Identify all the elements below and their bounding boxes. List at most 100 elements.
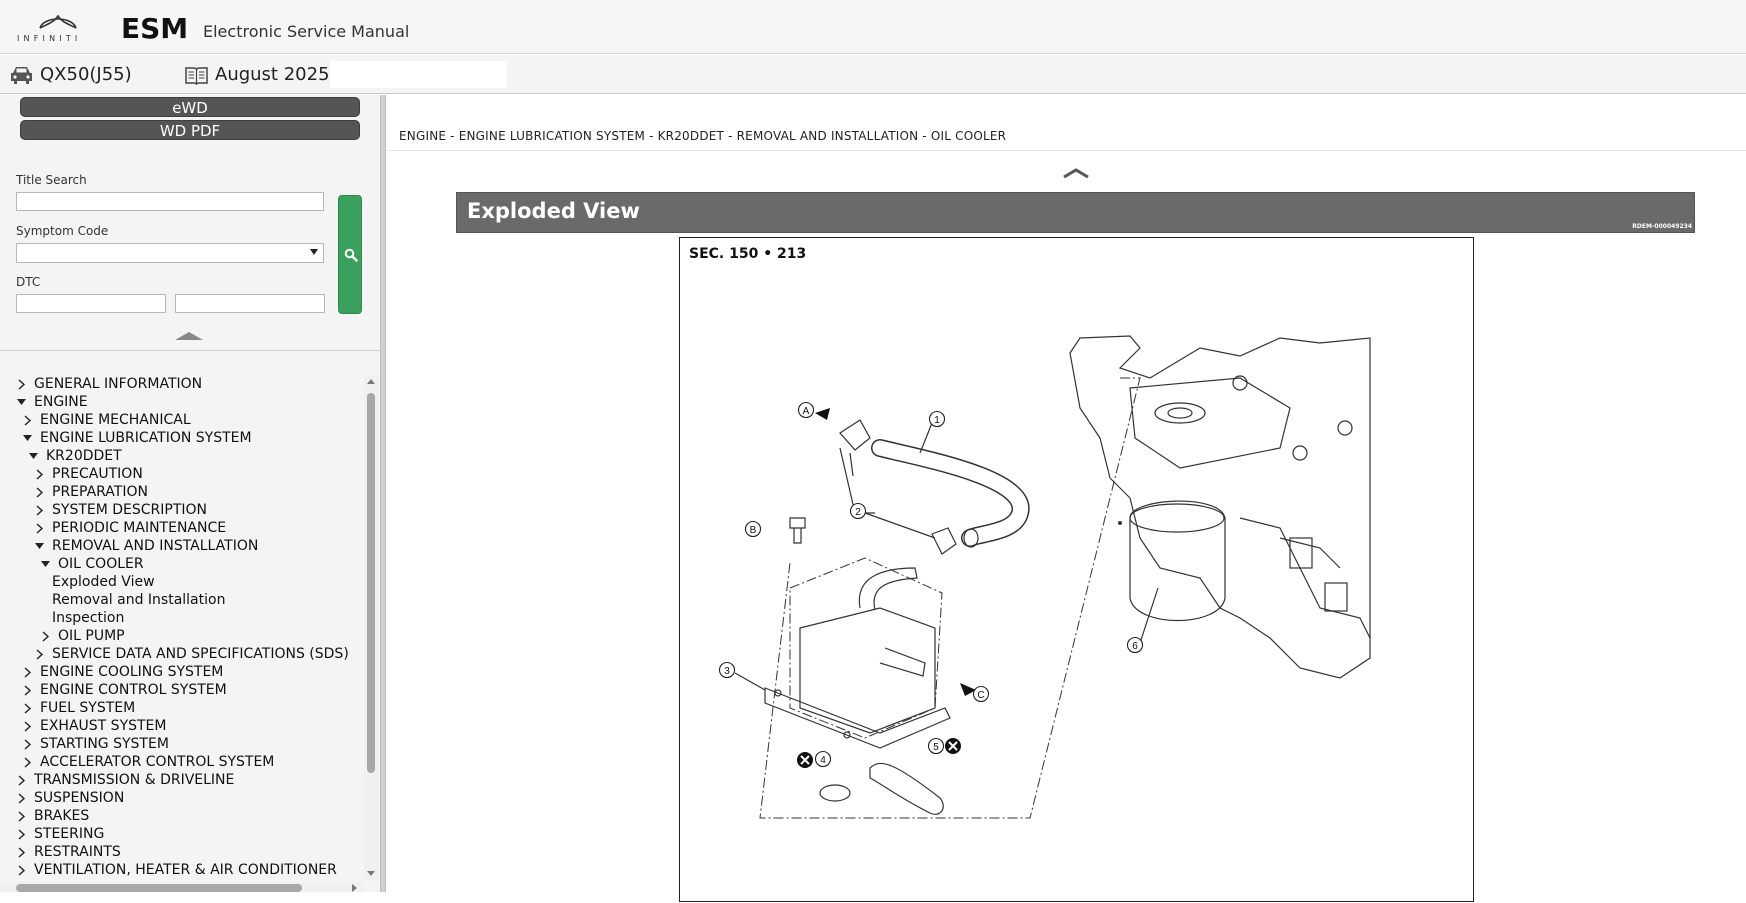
tree-item[interactable]: ENGINE CONTROL SYSTEM <box>24 681 227 699</box>
pane-splitter[interactable] <box>380 95 386 892</box>
oil-filter-top <box>1129 503 1225 533</box>
tree-item[interactable]: ENGINE COOLING SYSTEM <box>24 663 224 681</box>
vehicle-bar: QX50(J55) August 2025 <box>0 55 1746 94</box>
h-scroll-thumb[interactable] <box>16 884 302 892</box>
title-search-input[interactable] <box>16 192 324 211</box>
tree-item[interactable]: ENGINE <box>17 393 88 411</box>
tree-item[interactable]: Exploded View <box>52 573 155 591</box>
chevron-right-icon[interactable] <box>34 523 45 534</box>
chevron-right-icon[interactable] <box>16 829 27 840</box>
ewd-button[interactable]: eWD <box>20 97 360 117</box>
expanded-triangle-icon[interactable] <box>34 541 45 552</box>
chevron-up-icon[interactable] <box>1062 168 1090 178</box>
tree-item[interactable]: STARTING SYSTEM <box>24 735 169 753</box>
tree-item[interactable]: SERVICE DATA AND SPECIFICATIONS (SDS) <box>36 645 349 663</box>
leader-line <box>864 512 936 539</box>
engine-port-inner <box>1167 407 1193 419</box>
tree-item[interactable]: GENERAL INFORMATION <box>18 375 202 393</box>
expanded-triangle-icon[interactable] <box>22 433 33 444</box>
chevron-right-icon[interactable] <box>16 865 27 876</box>
tree-item[interactable]: OIL PUMP <box>42 627 125 645</box>
tree-item[interactable]: Removal and Installation <box>52 591 225 609</box>
search-button[interactable] <box>338 195 362 314</box>
dtc-input-1[interactable] <box>16 294 166 313</box>
manual-edition[interactable]: August 2025 <box>215 64 330 85</box>
tree-item[interactable]: VENTILATION, HEATER & AIR CONDITIONER <box>18 861 337 879</box>
tree-item[interactable]: PERIODIC MAINTENANCE <box>36 519 226 537</box>
chevron-right-icon[interactable] <box>34 649 45 660</box>
chevron-right-icon[interactable] <box>40 631 51 642</box>
scroll-down-arrow-icon[interactable] <box>367 871 375 876</box>
edition-input[interactable] <box>330 61 507 88</box>
tree-item-label: Inspection <box>52 610 125 626</box>
chevron-right-icon[interactable] <box>16 793 27 804</box>
tree-item[interactable]: PREPARATION <box>36 483 148 501</box>
chevron-right-icon[interactable] <box>22 667 33 678</box>
chevron-right-icon[interactable] <box>22 757 33 768</box>
engine-port <box>1154 402 1206 424</box>
tree-item[interactable]: OIL COOLER <box>41 555 144 573</box>
chevron-right-icon[interactable] <box>22 685 33 696</box>
callout-label: 4 <box>820 755 826 766</box>
app-header: INFINITI ESM Electronic Service Manual <box>0 0 1746 54</box>
symptom-code-select[interactable] <box>16 243 324 263</box>
engine-cover <box>1129 377 1291 469</box>
scroll-up-arrow-icon[interactable] <box>367 379 375 384</box>
tree-item-label: ENGINE COOLING SYSTEM <box>40 664 224 680</box>
tree-item-label: RESTRAINTS <box>34 844 121 860</box>
tree-item[interactable]: ACCELERATOR CONTROL SYSTEM <box>24 753 274 771</box>
tree-item-label: EXHAUST SYSTEM <box>40 718 167 734</box>
tree-item[interactable]: RESTRAINTS <box>18 843 121 861</box>
tree-item[interactable]: Inspection <box>52 609 124 627</box>
chevron-right-icon[interactable] <box>16 847 27 858</box>
oil-filter-housing <box>1129 500 1226 621</box>
tree-horizontal-scrollbar[interactable] <box>0 882 364 892</box>
dtc-input-2[interactable] <box>175 294 325 313</box>
expanded-triangle-icon[interactable] <box>28 451 39 462</box>
tree-item-label: Exploded View <box>52 574 155 590</box>
tree-item[interactable]: SUSPENSION <box>18 789 124 807</box>
chevron-right-icon[interactable] <box>22 703 33 714</box>
chevron-right-icon[interactable] <box>22 739 33 750</box>
engine-connector <box>1324 582 1348 612</box>
infiniti-logo-icon <box>39 14 77 29</box>
exploded-view-figure: 1 2 3 4 5 6 A B C SEC. 150 • 213 <box>679 237 1474 902</box>
tree-item[interactable]: FUEL SYSTEM <box>24 699 135 717</box>
exploded-view-diagram: 1 2 3 4 5 6 A B C <box>718 335 1371 819</box>
scroll-right-arrow-icon[interactable] <box>352 884 357 892</box>
expanded-triangle-icon[interactable] <box>16 397 27 408</box>
chevron-right-icon[interactable] <box>16 811 27 822</box>
tree-vertical-scrollbar[interactable] <box>364 375 378 880</box>
oil-cooler-base-plate <box>764 687 951 749</box>
tree-item-label: ENGINE LUBRICATION SYSTEM <box>40 430 252 446</box>
chevron-right-icon[interactable] <box>34 505 45 516</box>
leader-line <box>849 452 854 477</box>
chevron-right-icon[interactable] <box>34 487 45 498</box>
tree-item[interactable]: ENGINE MECHANICAL <box>24 411 191 429</box>
tree-item[interactable]: EXHAUST SYSTEM <box>24 717 167 735</box>
chevron-right-icon[interactable] <box>34 469 45 480</box>
engine-detail <box>1279 537 1341 569</box>
tree-item[interactable]: BRAKES <box>18 807 89 825</box>
tree-item[interactable]: SYSTEM DESCRIPTION <box>36 501 207 519</box>
chevron-right-icon[interactable] <box>16 379 27 390</box>
tree-item[interactable]: STEERING <box>18 825 104 843</box>
tree-item[interactable]: ENGINE LUBRICATION SYSTEM <box>23 429 252 447</box>
chevron-right-icon[interactable] <box>16 775 27 786</box>
tree-item[interactable]: KR20DDET <box>29 447 122 465</box>
tree-item[interactable]: REMOVAL AND INSTALLATION <box>35 537 258 555</box>
tree-item[interactable]: PRECAUTION <box>36 465 143 483</box>
tree-item-label: PRECAUTION <box>52 466 143 482</box>
chevron-right-icon[interactable] <box>22 415 33 426</box>
breadcrumb: ENGINE - ENGINE LUBRICATION SYSTEM - KR2… <box>399 129 1007 143</box>
scroll-thumb[interactable] <box>367 393 375 773</box>
callout-label: C <box>977 690 984 701</box>
car-icon <box>11 67 32 84</box>
chevron-right-icon[interactable] <box>22 721 33 732</box>
collapse-search-caret-icon[interactable] <box>175 332 203 340</box>
tree-item[interactable]: TRANSMISSION & DRIVELINE <box>18 771 234 789</box>
expanded-triangle-icon[interactable] <box>40 559 51 570</box>
vehicle-model[interactable]: QX50(J55) <box>40 64 132 85</box>
wd-pdf-button[interactable]: WD PDF <box>20 120 360 140</box>
tree-item-label: ENGINE MECHANICAL <box>40 412 191 428</box>
